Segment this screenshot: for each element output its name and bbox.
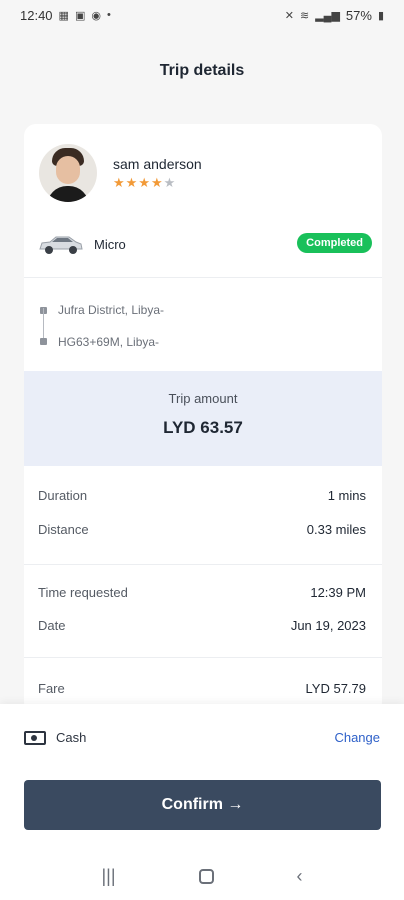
detail-row-distance: Distance 0.33 miles	[38, 522, 366, 537]
detail-value: 12:39 PM	[310, 585, 366, 600]
detail-label: Duration	[38, 488, 88, 503]
car-icon	[36, 232, 84, 256]
trip-amount-value: LYD 63.57	[163, 418, 243, 437]
trip-amount-label: Trip amount	[168, 391, 238, 406]
star-icon: ★	[125, 174, 139, 190]
avatar	[39, 144, 97, 202]
divider	[24, 657, 382, 658]
page-title: Trip details	[159, 62, 245, 79]
system-nav-bar: ||| ‹	[0, 856, 404, 896]
home-icon[interactable]	[198, 868, 214, 884]
mute-icon: ✕	[284, 9, 294, 22]
detail-label: Distance	[38, 522, 89, 537]
payment-row: Cash Change	[24, 730, 380, 745]
star-icon: ★	[150, 174, 164, 190]
detail-row-date: Date Jun 19, 2023	[38, 618, 366, 633]
wifi-icon: ≋	[299, 9, 310, 22]
vehicle-row: Micro Completed	[36, 229, 372, 259]
star-icon: ★	[113, 174, 126, 190]
star-empty-icon: ★	[163, 174, 177, 190]
detail-value: LYD 57.79	[305, 681, 366, 696]
target-icon: ◉	[91, 9, 101, 22]
bottom-sheet: Cash Change Confirm → ||| ‹	[0, 704, 404, 900]
dropoff-dot-icon	[40, 338, 47, 345]
divider	[24, 277, 382, 278]
detail-row-time-requested: Time requested 12:39 PM	[38, 585, 366, 600]
change-payment-link[interactable]: Change	[334, 730, 380, 745]
driver-section: sam anderson ★★★★★	[39, 144, 202, 202]
detail-row-duration: Duration 1 mins	[38, 488, 366, 503]
detail-value: 0.33 miles	[306, 522, 366, 537]
trip-card: sam anderson ★★★★★ Micro Completed Jufra…	[24, 124, 382, 714]
cash-icon	[24, 730, 46, 745]
dot-icon: •	[106, 9, 111, 21]
star-icon: ★	[138, 174, 151, 190]
vehicle-type: Micro	[94, 236, 126, 252]
battery-percent: 57%	[345, 7, 372, 23]
trip-amount-box: Trip amount LYD 63.57	[24, 371, 382, 466]
battery-icon: ▮	[377, 9, 384, 22]
detail-label: Time requested	[38, 585, 128, 600]
detail-label: Fare	[38, 681, 65, 696]
status-bar: 12:40 ▦ ▣ ◉ • ✕ ≋ ▂▄▆ 57% ▮	[0, 0, 404, 30]
detail-row-fare: Fare LYD 57.79	[38, 681, 366, 696]
driver-name: sam anderson	[113, 155, 202, 172]
detail-label: Date	[38, 618, 66, 633]
confirm-button[interactable]: Confirm →	[24, 780, 381, 830]
image-icon: ▣	[74, 9, 86, 22]
signal-icon: ▂▄▆	[315, 9, 340, 22]
route-line	[43, 308, 44, 340]
confirm-button-label: Confirm →	[161, 796, 244, 813]
detail-value: Jun 19, 2023	[290, 618, 366, 633]
dropoff-address: HG63+69M, Libya-	[58, 335, 160, 349]
rating-stars: ★★★★★	[113, 175, 202, 191]
status-time: 12:40	[20, 7, 53, 23]
divider	[24, 564, 382, 565]
sim-data-icon: ▦	[58, 9, 69, 22]
back-icon[interactable]: ‹	[296, 866, 302, 887]
recent-apps-icon[interactable]: |||	[101, 866, 115, 887]
pickup-address: Jufra District, Libya-	[58, 303, 165, 317]
detail-value: 1 mins	[327, 488, 366, 503]
route-section: Jufra District, Libya- HG63+69M, Libya-	[38, 294, 368, 364]
payment-method: Cash	[56, 730, 87, 745]
status-badge: Completed	[297, 233, 372, 253]
